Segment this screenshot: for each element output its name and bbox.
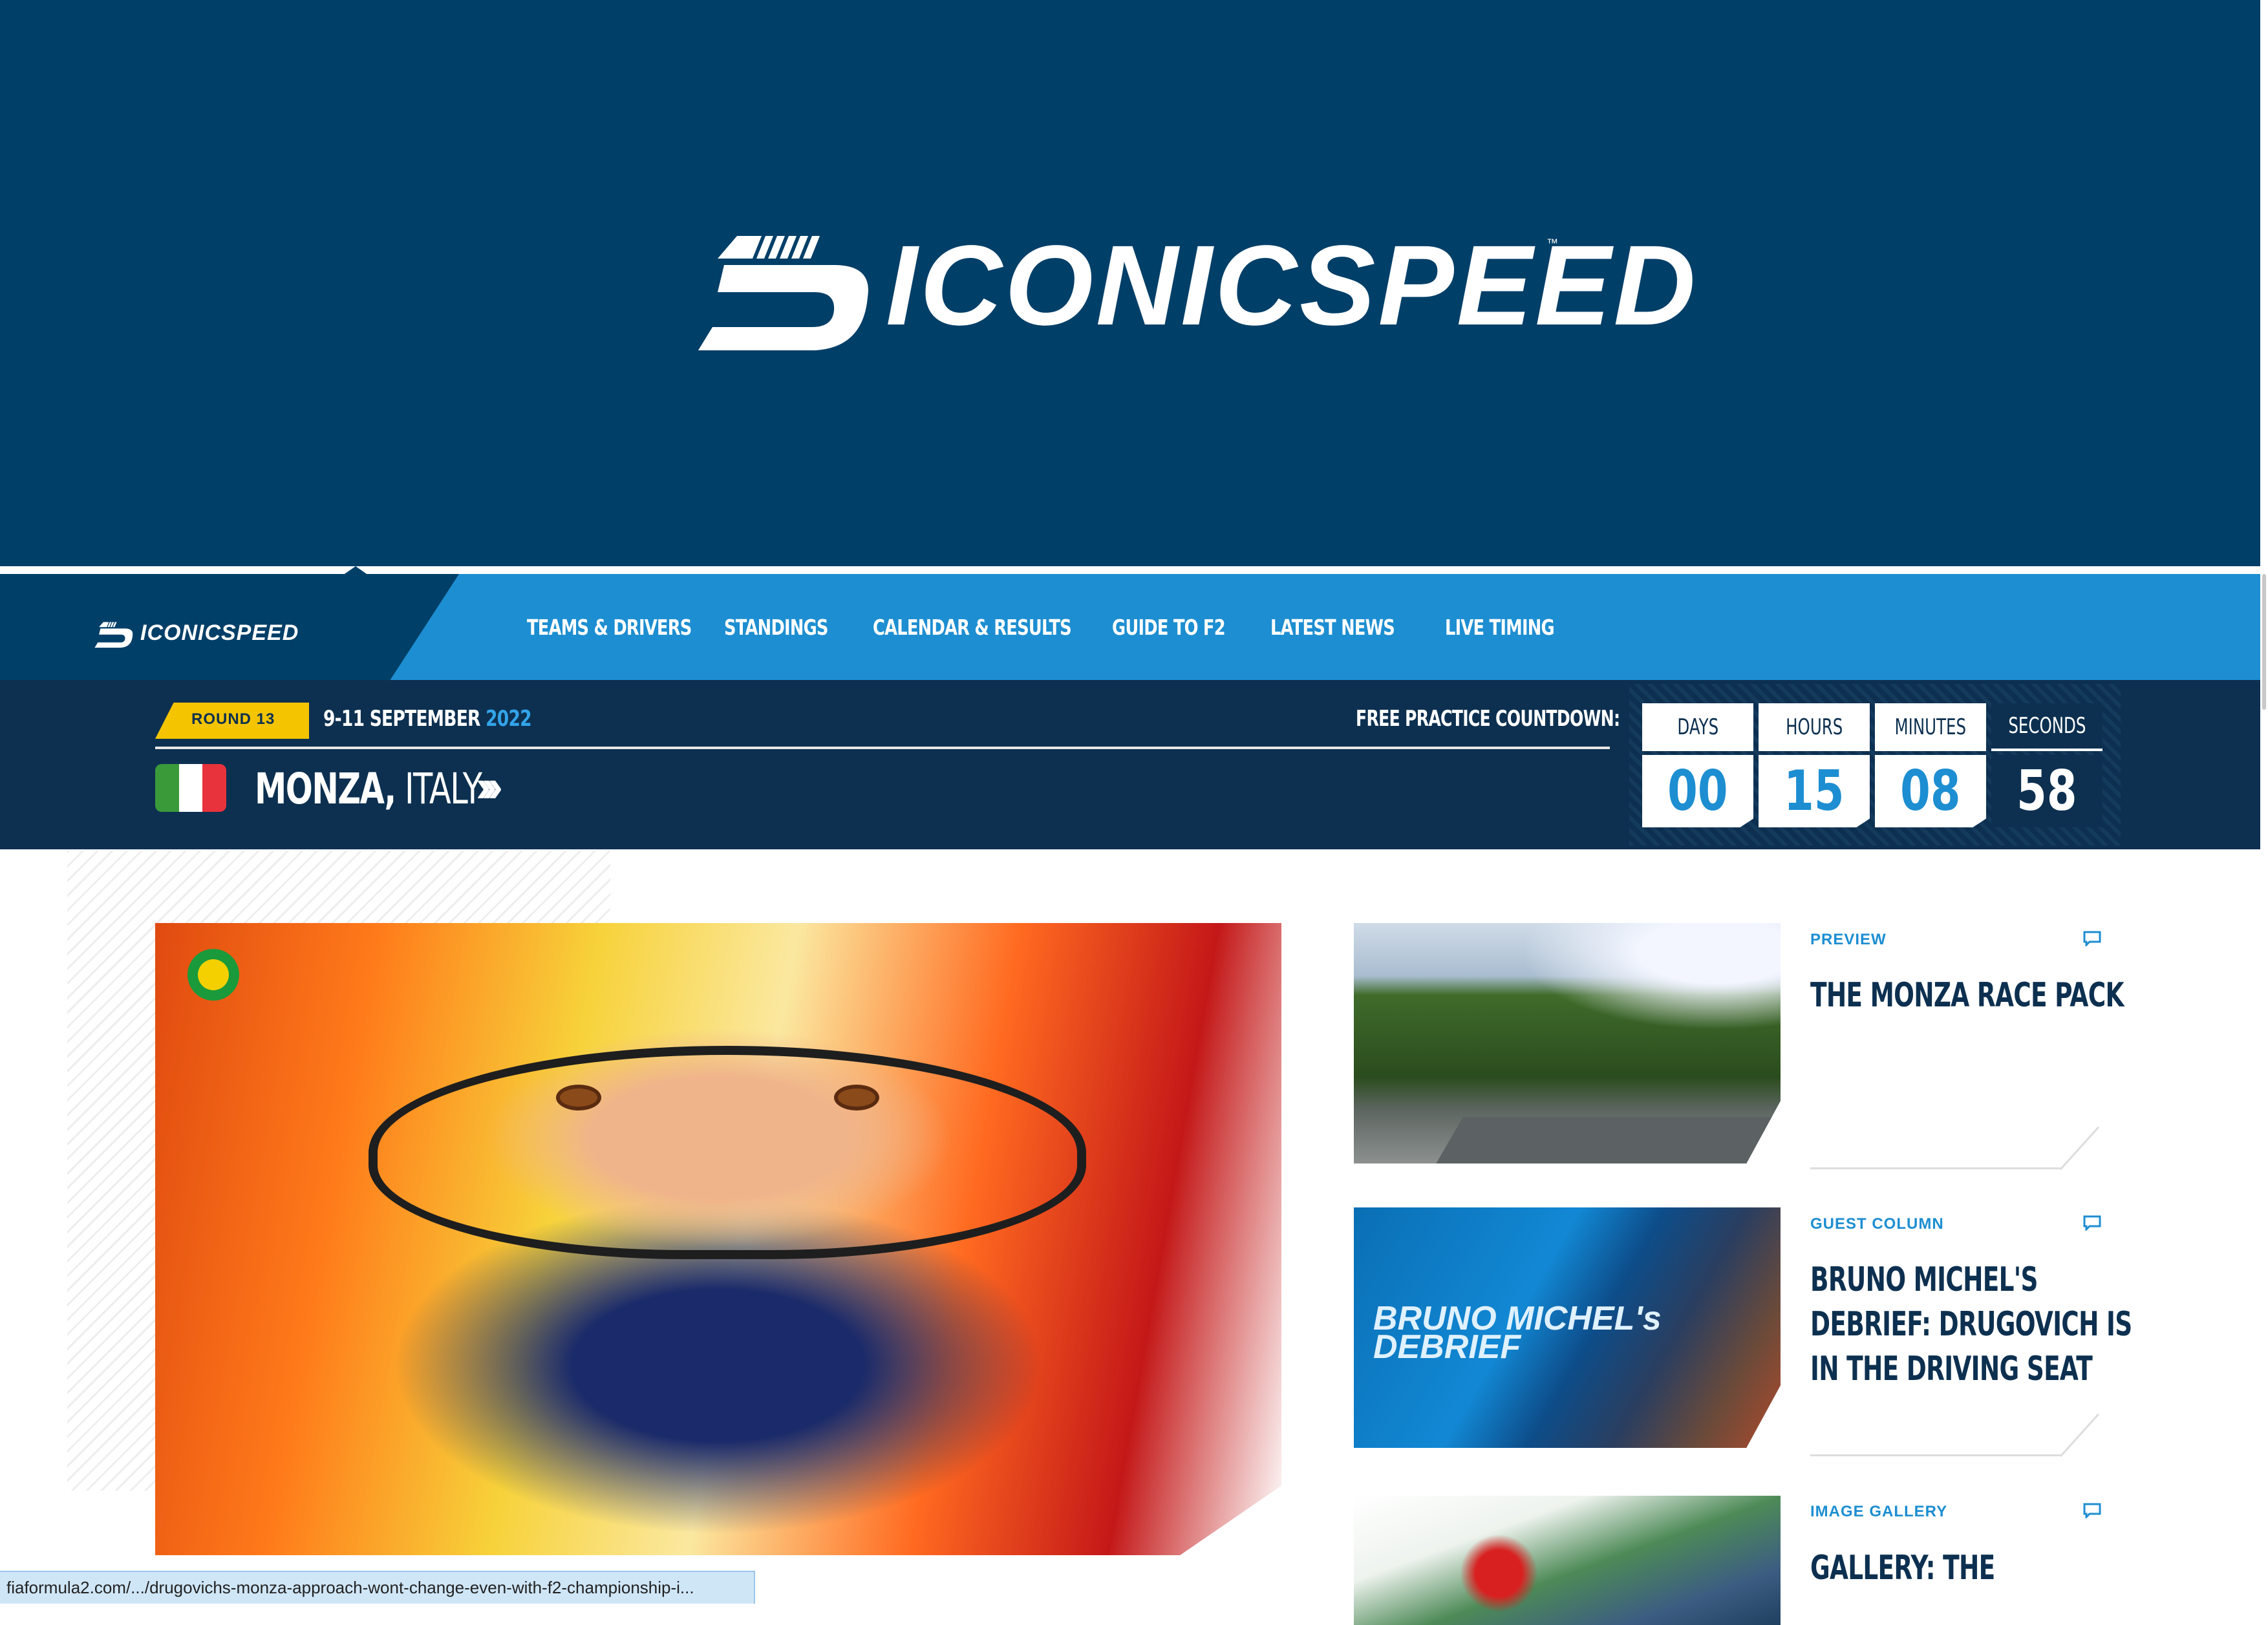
brazil-flag-icon [187, 949, 239, 1001]
comment-icon[interactable] [2083, 1503, 2101, 1518]
countdown-minutes: MINUTES 08 [1875, 703, 1986, 827]
hero-divider [0, 566, 2268, 574]
round-label: ROUND 13 [191, 710, 275, 728]
brand-logo[interactable]: ICONICSPEED ™ [698, 200, 1696, 362]
nav-item-teams-drivers[interactable]: TEAMS & DRIVERS [527, 615, 724, 640]
nav-item-guide-to-f2[interactable]: GUIDE TO F2 [1112, 615, 1270, 640]
story-title[interactable]: THE MONZA RACE PACK [1810, 973, 2145, 1018]
story-image-gallery[interactable] [1354, 1496, 1781, 1625]
brand-wordmark: ICONICSPEED [886, 222, 1698, 349]
trademark: ™ [1546, 237, 1558, 250]
nav-notch [343, 566, 369, 575]
nav-logo[interactable]: ICONICSPEED [94, 614, 314, 650]
nav-item-live-timing[interactable]: LIVE TIMING [1445, 615, 1600, 640]
speed-s-icon [94, 622, 133, 648]
status-url: fiaformula2.com/.../drugovichs-monza-app… [6, 1578, 694, 1597]
story-tag: IMAGE GALLERY [1810, 1503, 1948, 1520]
speed-s-icon [698, 236, 868, 350]
helmet-visor [369, 1046, 1086, 1259]
image-caption: BRUNO MICHEL's DEBRIEF [1373, 1300, 1662, 1366]
comment-icon[interactable] [2083, 1215, 2101, 1231]
scrollbar-thumb[interactable] [2262, 574, 2266, 710]
story-image-preview[interactable] [1354, 923, 1781, 1163]
feature-image[interactable] [155, 923, 1281, 1555]
race-divider [155, 747, 1610, 749]
chevron-right-icon[interactable]: ››› [476, 760, 503, 812]
race-dates: 9-11 SEPTEMBER 2022 [323, 706, 532, 732]
countdown-seconds: SECONDS 58 [1991, 703, 2102, 827]
story-divider [1810, 1167, 2061, 1169]
nav-item-latest-news[interactable]: LATEST NEWS [1270, 615, 1445, 640]
countdown-label: FREE PRACTICE COUNTDOWN: [1356, 706, 1620, 732]
italy-flag-icon [155, 764, 226, 812]
countdown-days: DAYS 00 [1642, 703, 1753, 827]
scrollbar-track[interactable] [2260, 0, 2268, 1604]
race-venue[interactable]: MONZA, ITALY [255, 764, 482, 814]
nav-wordmark: ICONICSPEED [140, 621, 299, 645]
story-title[interactable]: BRUNO MICHEL'S DEBRIEF: DRUGOVICH IS IN … [1810, 1258, 2145, 1392]
race-year: 2022 [486, 706, 531, 732]
nav-item-standings[interactable]: STANDINGS [724, 615, 873, 640]
story-tag: PREVIEW [1810, 931, 1887, 948]
story-title[interactable]: GALLERY: THE [1810, 1546, 2145, 1591]
countdown-hours: HOURS 15 [1759, 703, 1870, 827]
nav-menu: TEAMS & DRIVERS STANDINGS CALENDAR & RES… [527, 574, 1600, 680]
eye-right [834, 1085, 879, 1110]
story-divider [1810, 1454, 2061, 1456]
nav-item-calendar-results[interactable]: CALENDAR & RESULTS [873, 615, 1112, 640]
story-tag: GUEST COLUMN [1810, 1215, 1944, 1233]
story-image-guest-column[interactable]: BRUNO MICHEL's DEBRIEF [1354, 1207, 1781, 1448]
comment-icon[interactable] [2083, 931, 2101, 946]
eye-left [556, 1085, 601, 1110]
